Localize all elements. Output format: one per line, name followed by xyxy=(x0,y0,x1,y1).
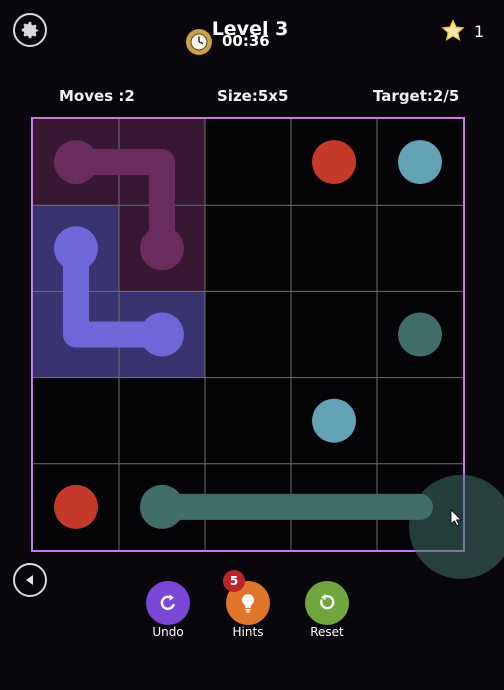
star-icon xyxy=(441,19,465,41)
dot-red xyxy=(54,484,98,529)
undo-button[interactable] xyxy=(146,581,190,625)
back-arrow-icon xyxy=(26,575,33,585)
endpoint-dot-purple xyxy=(54,140,98,185)
dot-teal xyxy=(398,312,442,357)
timer-value: 00:36 xyxy=(222,32,270,50)
target-progress: Target:2/5 xyxy=(373,87,460,105)
undo-label: Undo xyxy=(152,625,184,639)
moves-counter: Moves :2 xyxy=(59,87,135,105)
dot-lightblue xyxy=(398,140,442,185)
reset-button[interactable] xyxy=(305,581,349,625)
game-board[interactable] xyxy=(31,117,465,552)
settings-button[interactable] xyxy=(13,13,47,47)
endpoint-dot-purple xyxy=(140,226,184,271)
board-size: Size:5x5 xyxy=(217,87,289,105)
star-count: 1 xyxy=(474,22,485,41)
lightbulb-icon xyxy=(242,594,254,613)
undo-icon xyxy=(160,594,175,610)
endpoint-dot-teal xyxy=(140,484,184,529)
endpoint-dot-blue xyxy=(140,312,184,357)
back-button[interactable] xyxy=(13,563,47,597)
endpoint-dot-blue xyxy=(54,226,98,271)
board-canvas[interactable] xyxy=(33,119,463,550)
gear-icon xyxy=(21,21,39,39)
hints-count-badge: 5 xyxy=(223,570,245,592)
reset-label: Reset xyxy=(310,625,344,639)
hints-label: Hints xyxy=(232,625,264,639)
dot-red xyxy=(312,140,356,185)
reset-icon xyxy=(320,594,335,610)
clock-icon xyxy=(186,29,212,55)
dot-lightblue xyxy=(312,398,356,443)
